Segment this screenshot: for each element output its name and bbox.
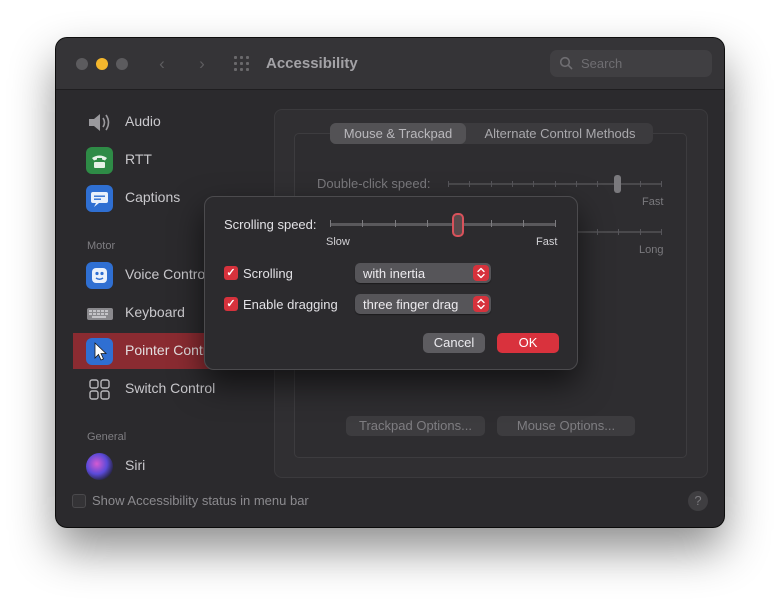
slider-tick <box>533 181 534 187</box>
slider-tick <box>491 181 492 187</box>
minimize-window-button[interactable] <box>96 58 108 70</box>
close-window-button[interactable] <box>76 58 88 70</box>
slider-tick <box>512 181 513 187</box>
dragging-mode-value: three finger drag <box>363 297 459 312</box>
sidebar-item-label: Siri <box>125 457 146 473</box>
tab-alternate-control-methods[interactable]: Alternate Control Methods <box>470 123 650 144</box>
trackpad-options-button[interactable]: Trackpad Options... <box>346 416 485 436</box>
forward-button[interactable]: › <box>192 53 212 75</box>
scrolling-mode-value: with inertia <box>363 266 426 281</box>
spring-loading-slider[interactable] <box>578 231 662 233</box>
mouse-options-button[interactable]: Mouse Options... <box>497 416 635 436</box>
sidebar-item-siri[interactable]: Siri <box>73 448 273 484</box>
slider-tick <box>576 181 577 187</box>
slider-tick <box>523 220 524 227</box>
sidebar-item-label: RTT <box>125 151 152 167</box>
sidebar-item-label: Voice Control <box>125 266 209 282</box>
show-all-grid-icon[interactable] <box>234 56 250 72</box>
zoom-window-button[interactable] <box>116 58 128 70</box>
spring-long-label: Long <box>639 244 664 256</box>
search-placeholder: Search <box>581 56 623 71</box>
section-header-general: General <box>87 431 127 443</box>
slider-tick <box>640 229 641 235</box>
enable-dragging-label: Enable dragging <box>243 297 338 312</box>
enable-dragging-checkbox[interactable]: ✓ <box>224 297 238 311</box>
search-field[interactable]: Search <box>550 50 712 77</box>
scrolling-checkbox[interactable]: ✓ <box>224 266 238 280</box>
pointer-icon <box>86 338 113 365</box>
keyboard-icon <box>86 300 113 327</box>
double-click-speed-label: Double-click speed: <box>317 176 431 191</box>
slider-tick <box>640 181 641 187</box>
siri-icon <box>86 453 113 480</box>
scrolling-checkbox-label: Scrolling <box>243 266 293 281</box>
section-header-motor: Motor <box>87 240 116 252</box>
show-status-checkbox[interactable] <box>72 494 86 508</box>
show-status-label: Show Accessibility status in menu bar <box>92 493 309 508</box>
slider-tick <box>362 220 363 227</box>
slider-tick <box>427 220 428 227</box>
trackpad-options-sheet: Scrolling speed: Slow Fast ✓ Scrolling w… <box>204 196 578 370</box>
slider-tick <box>661 181 662 187</box>
slow-label: Slow <box>326 236 350 248</box>
sidebar-item-label: Keyboard <box>125 304 185 320</box>
slider-tick <box>618 229 619 235</box>
slider-tick <box>661 229 662 235</box>
search-icon <box>559 56 573 75</box>
titlebar: ‹ › Accessibility Search <box>56 38 724 90</box>
sidebar-item-label: Switch Control <box>125 380 216 396</box>
cancel-button[interactable]: Cancel <box>423 333 485 353</box>
slider-tick <box>597 181 598 187</box>
dragging-mode-popup[interactable]: three finger drag <box>355 294 491 314</box>
chevron-up-down-icon <box>473 265 489 281</box>
slider-tick <box>395 220 396 227</box>
tab-mouse-trackpad[interactable]: Mouse & Trackpad <box>330 123 466 144</box>
scrolling-mode-popup[interactable]: with inertia <box>355 263 491 283</box>
chevron-up-down-icon <box>473 296 489 312</box>
speaker-icon <box>86 109 113 136</box>
double-click-fast-label: Fast <box>642 196 664 208</box>
slider-tick <box>555 220 556 227</box>
sidebar-item-label: Audio <box>125 113 161 129</box>
rtt-phone-icon <box>86 147 113 174</box>
fast-label: Fast <box>536 236 558 248</box>
slider-tick <box>448 181 449 187</box>
sidebar-item-switch-control[interactable]: Switch Control <box>73 371 273 407</box>
slider-tick <box>330 220 331 227</box>
slider-tick <box>491 220 492 227</box>
ok-button[interactable]: OK <box>497 333 559 353</box>
back-button[interactable]: ‹ <box>152 53 172 75</box>
scrolling-speed-thumb[interactable] <box>452 213 464 237</box>
voice-control-icon <box>86 262 113 289</box>
double-click-speed-thumb[interactable] <box>614 175 621 193</box>
sidebar-item-audio[interactable]: Audio <box>73 104 273 140</box>
segmented-tabs: Mouse & Trackpad Alternate Control Metho… <box>330 123 653 144</box>
sidebar-item-rtt[interactable]: RTT <box>73 142 273 178</box>
window-title: Accessibility <box>266 55 358 72</box>
help-button[interactable]: ? <box>688 491 708 511</box>
slider-tick <box>597 229 598 235</box>
switch-control-icon <box>86 376 113 403</box>
slider-tick <box>469 181 470 187</box>
sidebar-item-label: Captions <box>125 189 181 205</box>
captions-icon <box>86 185 113 212</box>
scrolling-speed-label: Scrolling speed: <box>224 217 317 232</box>
slider-tick <box>555 181 556 187</box>
